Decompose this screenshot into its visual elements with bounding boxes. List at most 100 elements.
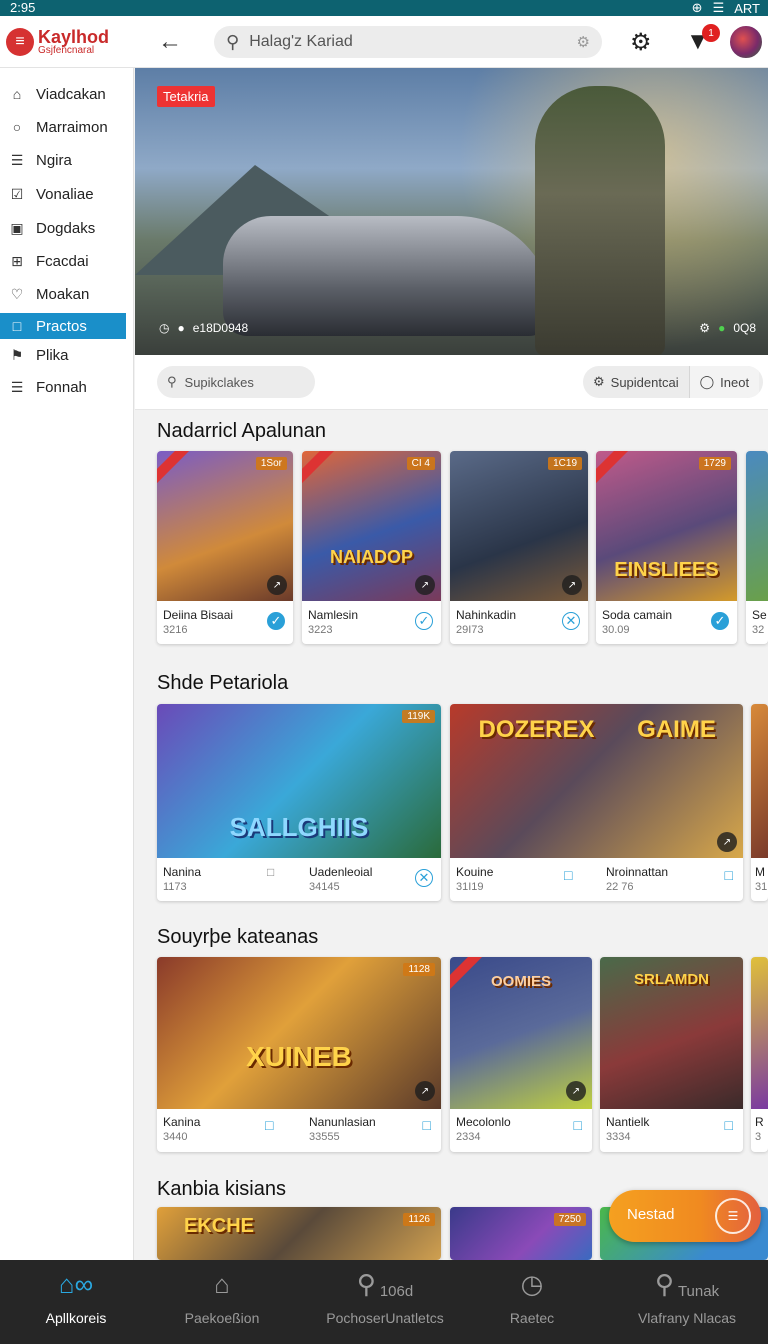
app-bar: ≡ Kaylhod Gsjfencnaral ← ⚲ Halag'z Karia…	[0, 16, 768, 68]
game-card[interactable]: OOMIES ↗ Mecolonlo 2334 □	[450, 957, 592, 1152]
play-icon[interactable]: ↗	[717, 832, 737, 852]
game-card[interactable]: DOZEREX GAIME ↗ Kouine 31I19 □ Nroinnatt…	[450, 704, 743, 901]
search-icon: ⚲	[226, 31, 240, 52]
wifi-icon: ☰	[712, 0, 725, 15]
card-badge: 1C19	[548, 457, 582, 470]
card-badge: 1Sor	[255, 457, 287, 470]
game-card[interactable]: CI 4 NAIADOP ↗ Namlesin 3223 ✓	[302, 451, 441, 644]
card-comment-icon[interactable]: □	[574, 1117, 582, 1133]
card-badge: 1126	[403, 1213, 435, 1226]
bottom-nav-item-library[interactable]: ⚲ Tunak Vlafrany Nlacas	[620, 1260, 754, 1344]
card-comment-icon[interactable]: □	[564, 867, 572, 883]
game-card[interactable]: 1C19 ↗ Nahinkadin 29I73 ✕	[450, 451, 588, 644]
filter-segment-2[interactable]: ◯ Ineot	[688, 366, 760, 398]
sidebar-item-moakan[interactable]: ♡ Moakan	[0, 281, 126, 307]
hero-car-art	[223, 216, 553, 336]
game-card[interactable]: SRLAMDN Nantielk 3334 □	[600, 957, 743, 1152]
card-name: Kouine	[456, 865, 494, 879]
search-icon: ⚲ 106d	[356, 1269, 414, 1300]
bottom-nav-item-history[interactable]: ◷ Raetec	[478, 1260, 586, 1344]
sidebar-item-ngira[interactable]: ☰ Ngira	[0, 147, 126, 173]
play-icon[interactable]: ↗	[415, 575, 435, 595]
floating-action-button[interactable]: Nestad ☰	[609, 1190, 761, 1242]
sidebar-item-label: Marraimon	[36, 118, 108, 136]
bottom-nav-label: Paekoeßion	[184, 1310, 260, 1326]
status-right: ⊕ ☰ ART	[692, 0, 760, 16]
card-art-title: SALLGHIIS	[229, 812, 369, 842]
user-avatar[interactable]	[728, 24, 764, 60]
settings-gear-icon[interactable]: ⚙	[630, 28, 652, 57]
card-comment-icon[interactable]: □	[265, 1117, 273, 1133]
card-badge: 7250	[553, 1213, 586, 1226]
game-card[interactable]: 1Sor ↗ Deiina Bisaai 3216 ✓	[157, 451, 293, 644]
bottom-nav-item-collection[interactable]: ⌂ Paekoeßion	[158, 1260, 286, 1344]
sidebar-item-vonaliae[interactable]: ☑ Vonaliae	[0, 181, 126, 207]
card-comment-icon[interactable]: □	[423, 1117, 431, 1133]
card-comment-icon[interactable]: □	[725, 867, 733, 883]
card-name: Soda camain	[602, 608, 673, 622]
section-title: Kanbia kisians	[157, 1178, 286, 1200]
sidebar-item-dogdaks[interactable]: ▣ Dogdaks	[0, 215, 126, 241]
search-input[interactable]: Halag'z Kariad	[249, 33, 353, 51]
card-action-icon[interactable]: ✓	[711, 612, 729, 630]
bottom-nav-icon-text: Tunak	[677, 1283, 720, 1300]
card-badge: 1128	[403, 963, 435, 976]
section-title: Nadarricl Apalunan	[157, 420, 326, 442]
game-card[interactable]: R 3	[751, 957, 768, 1152]
card-comment-icon[interactable]: □	[267, 865, 274, 879]
game-card[interactable]: 1128 XUINEB ↗ Kanina 3440 □ Nanunlasian …	[157, 957, 441, 1152]
play-icon[interactable]: ↗	[267, 575, 287, 595]
sidebar-item-viadcakan[interactable]: ⌂ Viadcakan	[0, 81, 126, 107]
card-number: 31	[755, 881, 768, 893]
sidebar-item-plika[interactable]: ⚑ Plika	[0, 342, 126, 368]
card-action-icon[interactable]: ✓	[415, 612, 433, 630]
filter-search[interactable]: ⚲ Supikclakes	[157, 366, 315, 398]
card-comment-icon[interactable]: □	[725, 1117, 733, 1133]
card-name: Nroinnattan	[606, 865, 669, 879]
box-icon: □	[12, 318, 22, 334]
sidebar-item-practos[interactable]: □ Practos	[0, 313, 126, 339]
play-icon[interactable]: ↗	[415, 1081, 435, 1101]
game-card[interactable]: 119K SALLGHIIS Nanina 1173 □ Uadenleoial…	[157, 704, 441, 901]
game-card-art	[746, 451, 768, 601]
card-art-title: OOMIES	[490, 973, 551, 990]
game-card[interactable]: M 31	[751, 704, 768, 901]
search-bar[interactable]: ⚲ Halag'z Kariad ⚙	[214, 26, 602, 58]
card-name: Deiina Bisaai	[163, 608, 234, 622]
filter-segment-1[interactable]: ⚙ Supidentcai	[583, 366, 689, 398]
chat-bubble-icon: ◯	[699, 374, 715, 389]
sidebar-item-fonnah[interactable]: ☰ Fonnah	[0, 374, 126, 400]
app-logo[interactable]: ≡ Kaylhod Gsjfencnaral	[6, 28, 109, 56]
game-card[interactable]: 7250	[450, 1207, 592, 1260]
list-icon: ☰	[10, 151, 24, 168]
filter-segment-2-label: Ineot	[720, 374, 750, 390]
bottom-nav-item-home[interactable]: ⌂∞ Apllkoreis	[12, 1260, 140, 1344]
game-card[interactable]: 1729 EINSLIEES Soda camain 30.09 ✓	[596, 451, 737, 644]
section-title: Shde Petariola	[157, 672, 289, 694]
search-settings-icon[interactable]: ⚙	[577, 33, 590, 51]
filter-search-input[interactable]: Supikclakes	[185, 375, 254, 390]
play-icon[interactable]: ↗	[562, 575, 582, 595]
sidebar-item-marraimon[interactable]: ○ Marraimon	[0, 114, 126, 140]
sidebar-item-label: Fonnah	[36, 378, 87, 396]
card-action-icon[interactable]: ✕	[562, 612, 580, 630]
search-icon: ⚲ Tunak	[654, 1269, 720, 1300]
game-card-art	[751, 957, 768, 1109]
bottom-nav-item-search[interactable]: ⚲ 106d PochoserUnatletcs	[310, 1260, 460, 1344]
card-action-icon[interactable]: ✕	[415, 869, 433, 887]
play-icon[interactable]: ↗	[566, 1081, 586, 1101]
back-arrow-icon[interactable]: ←	[158, 28, 182, 56]
bottom-nav-label: Vlafrany Nlacas	[637, 1310, 737, 1326]
filter-bar: ⚲ Supikclakes ⚙ Supidentcai ◯ Ineot	[135, 355, 768, 410]
timer-icon: ◷	[159, 321, 170, 335]
hero-banner[interactable]: Tetakria ◷ ● e18D0948 ⚙ ● 0Q8	[135, 68, 768, 355]
card-action-icon[interactable]: ✓	[267, 612, 285, 630]
sidebar-item-fcacdai[interactable]: ⊞ Fcacdai	[0, 248, 126, 274]
game-card-art	[157, 957, 441, 1109]
game-card[interactable]: 1126 EKCHE	[157, 1207, 441, 1260]
bottom-nav: ⌂∞ Apllkoreis ⌂ Paekoeßion ⚲ 106d Pochose…	[0, 1260, 768, 1344]
bottom-nav-icon-text: 106d	[379, 1283, 414, 1300]
game-card-art	[751, 704, 768, 858]
card-number: 3	[755, 1131, 762, 1143]
game-card[interactable]: Se 32	[746, 451, 768, 644]
